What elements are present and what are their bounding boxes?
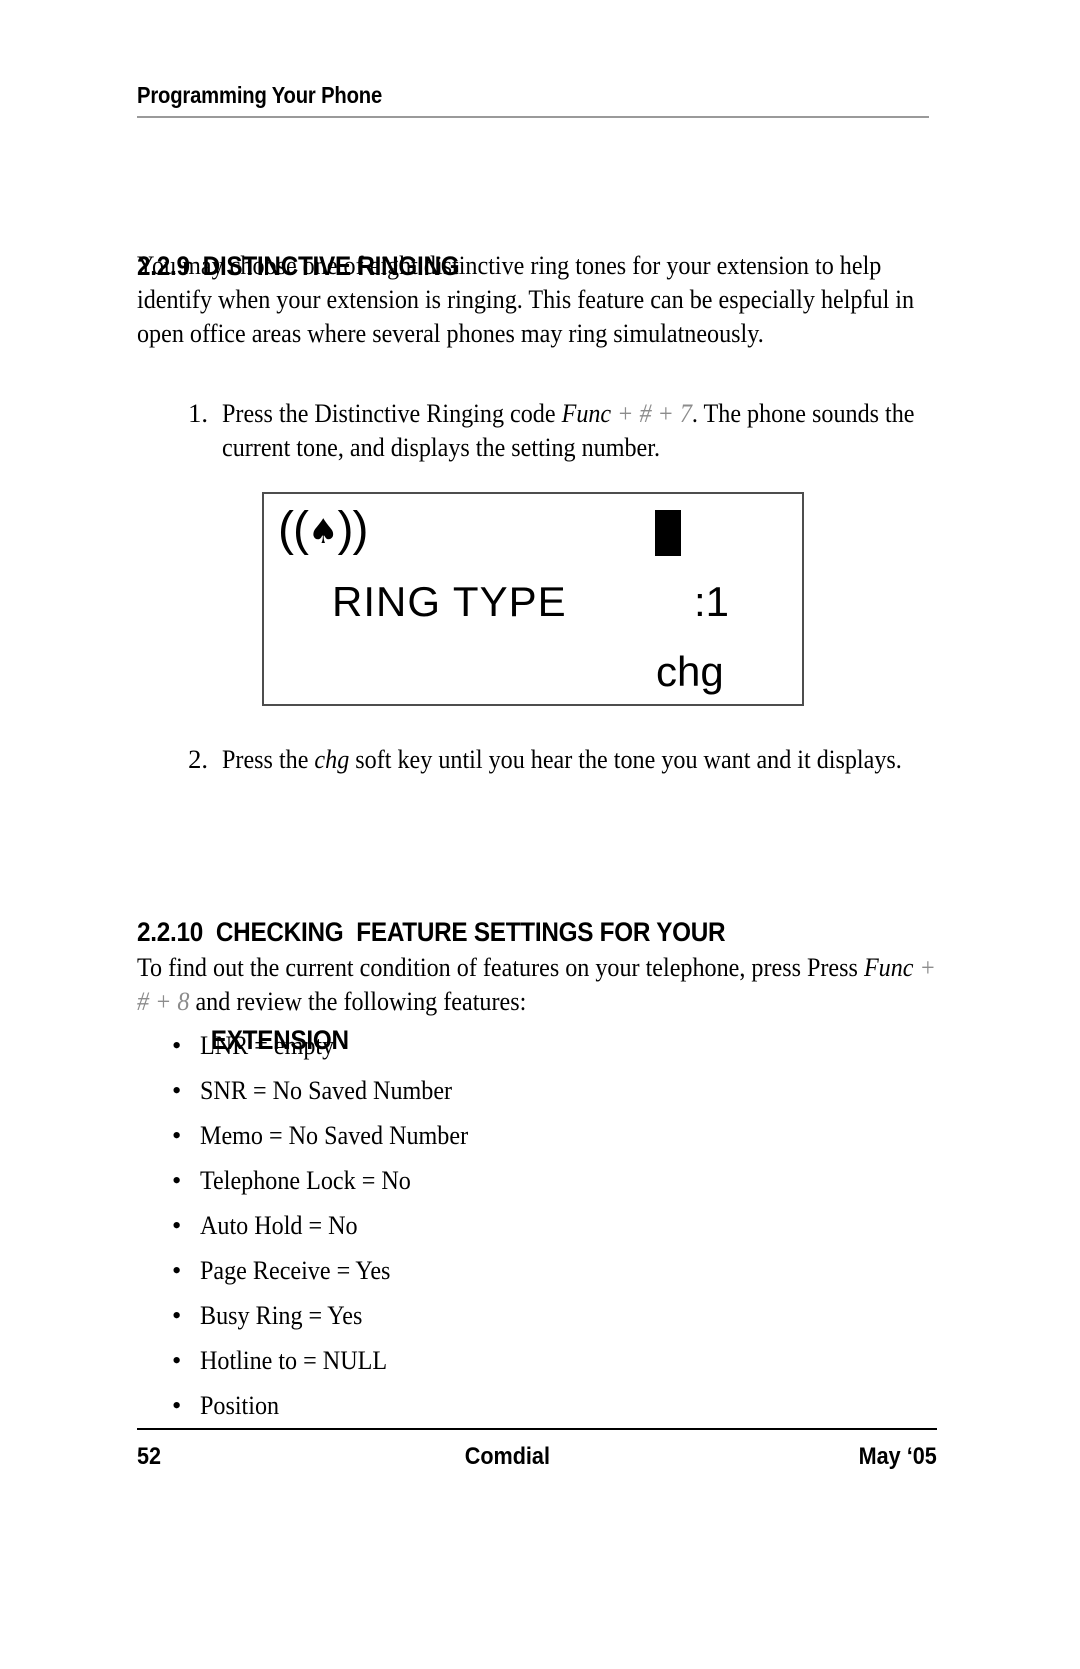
ring-icon-left-parens: (( — [278, 503, 309, 556]
list-item: • LNR = empty — [168, 1025, 928, 1070]
list-item-2-inner: Press the chg soft key until you hear th… — [222, 742, 965, 776]
running-header-text: Programming Your Phone — [137, 82, 383, 108]
section-heading-2-2-10-line1: 2.2.10 CHECKING FEATURE SETTINGS FOR YOU… — [137, 914, 911, 950]
feature-settings-list: • LNR = empty • SNR = No Saved Number • Mem… — [168, 1025, 928, 1430]
list-item-label: Memo = No Saved Number — [200, 1120, 469, 1150]
list-item-1-code-keys: + # + 7 — [611, 398, 692, 428]
list-item-label: SNR = No Saved Number — [200, 1075, 453, 1105]
paragraph-checking-code-func: Func — [863, 952, 914, 982]
list-item-label: Position — [200, 1390, 280, 1420]
bullet-icon: • — [172, 1165, 182, 1195]
list-item: • Auto Hold = No — [168, 1205, 928, 1250]
bullet-icon: • — [172, 1120, 182, 1150]
list-item-1-inner: Press the Distinctive Ringing code Func … — [222, 396, 965, 464]
paragraph-distinctive-ringing-intro-text: You may choose one of eight distinctive … — [137, 250, 915, 348]
list-item: • Position — [168, 1385, 928, 1430]
bullet-icon: • — [172, 1210, 182, 1240]
list-item: • Busy Ring = Yes — [168, 1295, 928, 1340]
ring-icon-right-parens: )) — [337, 503, 368, 556]
list-item: • Telephone Lock = No — [168, 1160, 928, 1205]
ordered-list-item-2: 2. Press the chg soft key until you hear… — [174, 742, 964, 776]
list-item-label: LNR = empty — [200, 1030, 335, 1060]
bell-icon: ♠ — [307, 512, 339, 552]
lcd-value-ring-type: :1 — [694, 578, 730, 625]
running-header: Programming Your Phone — [137, 82, 929, 118]
phone-lcd-display-figure: ((♠)) RING TYPE :1 chg — [262, 492, 804, 706]
list-item-1-body: Press the Distinctive Ringing code Func … — [222, 396, 964, 464]
list-item-2-code-chg: chg — [314, 744, 350, 774]
list-item: • Page Receive = Yes — [168, 1250, 928, 1295]
list-item-2-body: Press the chg soft key until you hear th… — [222, 742, 964, 776]
paragraph-checking-before: To find out the current condition of fea… — [137, 952, 864, 982]
list-item-label: Hotline to = NULL — [200, 1345, 388, 1375]
list-item-label: Page Receive = Yes — [200, 1255, 391, 1285]
footer-date: May ‘05 — [858, 1443, 937, 1470]
bullet-icon: • — [172, 1255, 182, 1285]
list-item-1-text-before: Press the Distinctive Ringing code — [222, 398, 562, 428]
list-item-1-number: 1. — [188, 398, 208, 428]
bullet-icon: • — [172, 1300, 182, 1330]
lcd-cursor-block — [655, 510, 681, 556]
page-footer: 52 Comdial May ‘05 — [137, 1440, 937, 1480]
bullet-icon: • — [172, 1075, 182, 1105]
section-heading-2-2-10-number: 2.2.10 — [137, 917, 216, 947]
list-item-2-text-after: soft key until you hear the tone you wan… — [349, 744, 902, 774]
list-item-2-number: 2. — [188, 744, 208, 774]
list-item-1-code-func: Func — [561, 398, 612, 428]
document-page: Programming Your Phone 2.2.9 DISTINCTIVE… — [0, 0, 1080, 1669]
list-item: • SNR = No Saved Number — [168, 1070, 928, 1115]
bullet-icon: • — [172, 1030, 182, 1060]
list-item: • Memo = No Saved Number — [168, 1115, 928, 1160]
section-heading-2-2-10-title: CHECKING FEATURE SETTINGS FOR YOUR — [215, 917, 726, 947]
paragraph-checking-after: and review the following features: — [189, 986, 527, 1016]
ringing-indicator-icon: ((♠)) — [278, 502, 368, 562]
list-item-label: Busy Ring = Yes — [200, 1300, 363, 1330]
lcd-soft-key-chg[interactable]: chg — [656, 646, 724, 698]
footer-rule — [137, 1428, 937, 1430]
list-item-label: Telephone Lock = No — [200, 1165, 411, 1195]
list-item-label: Auto Hold = No — [200, 1210, 358, 1240]
footer-page-number: 52 — [137, 1443, 162, 1470]
list-item: • Hotline to = NULL — [168, 1340, 928, 1385]
list-item-2-text-before: Press the — [222, 744, 315, 774]
paragraph-checking-feature-settings-intro: To find out the current condition of fea… — [137, 950, 937, 1018]
header-rule — [137, 116, 929, 118]
bullet-icon: • — [172, 1345, 182, 1375]
bullet-icon: • — [172, 1390, 182, 1420]
footer-company: Comdial — [464, 1443, 550, 1470]
ordered-list-item-1: 1. Press the Distinctive Ringing code Fu… — [174, 396, 964, 464]
lcd-label-ring-type: RING TYPE — [332, 578, 567, 625]
paragraph-distinctive-ringing-intro: You may choose one of eight distinctive … — [137, 248, 937, 350]
paragraph-checking-inner: To find out the current condition of fea… — [137, 950, 938, 1018]
